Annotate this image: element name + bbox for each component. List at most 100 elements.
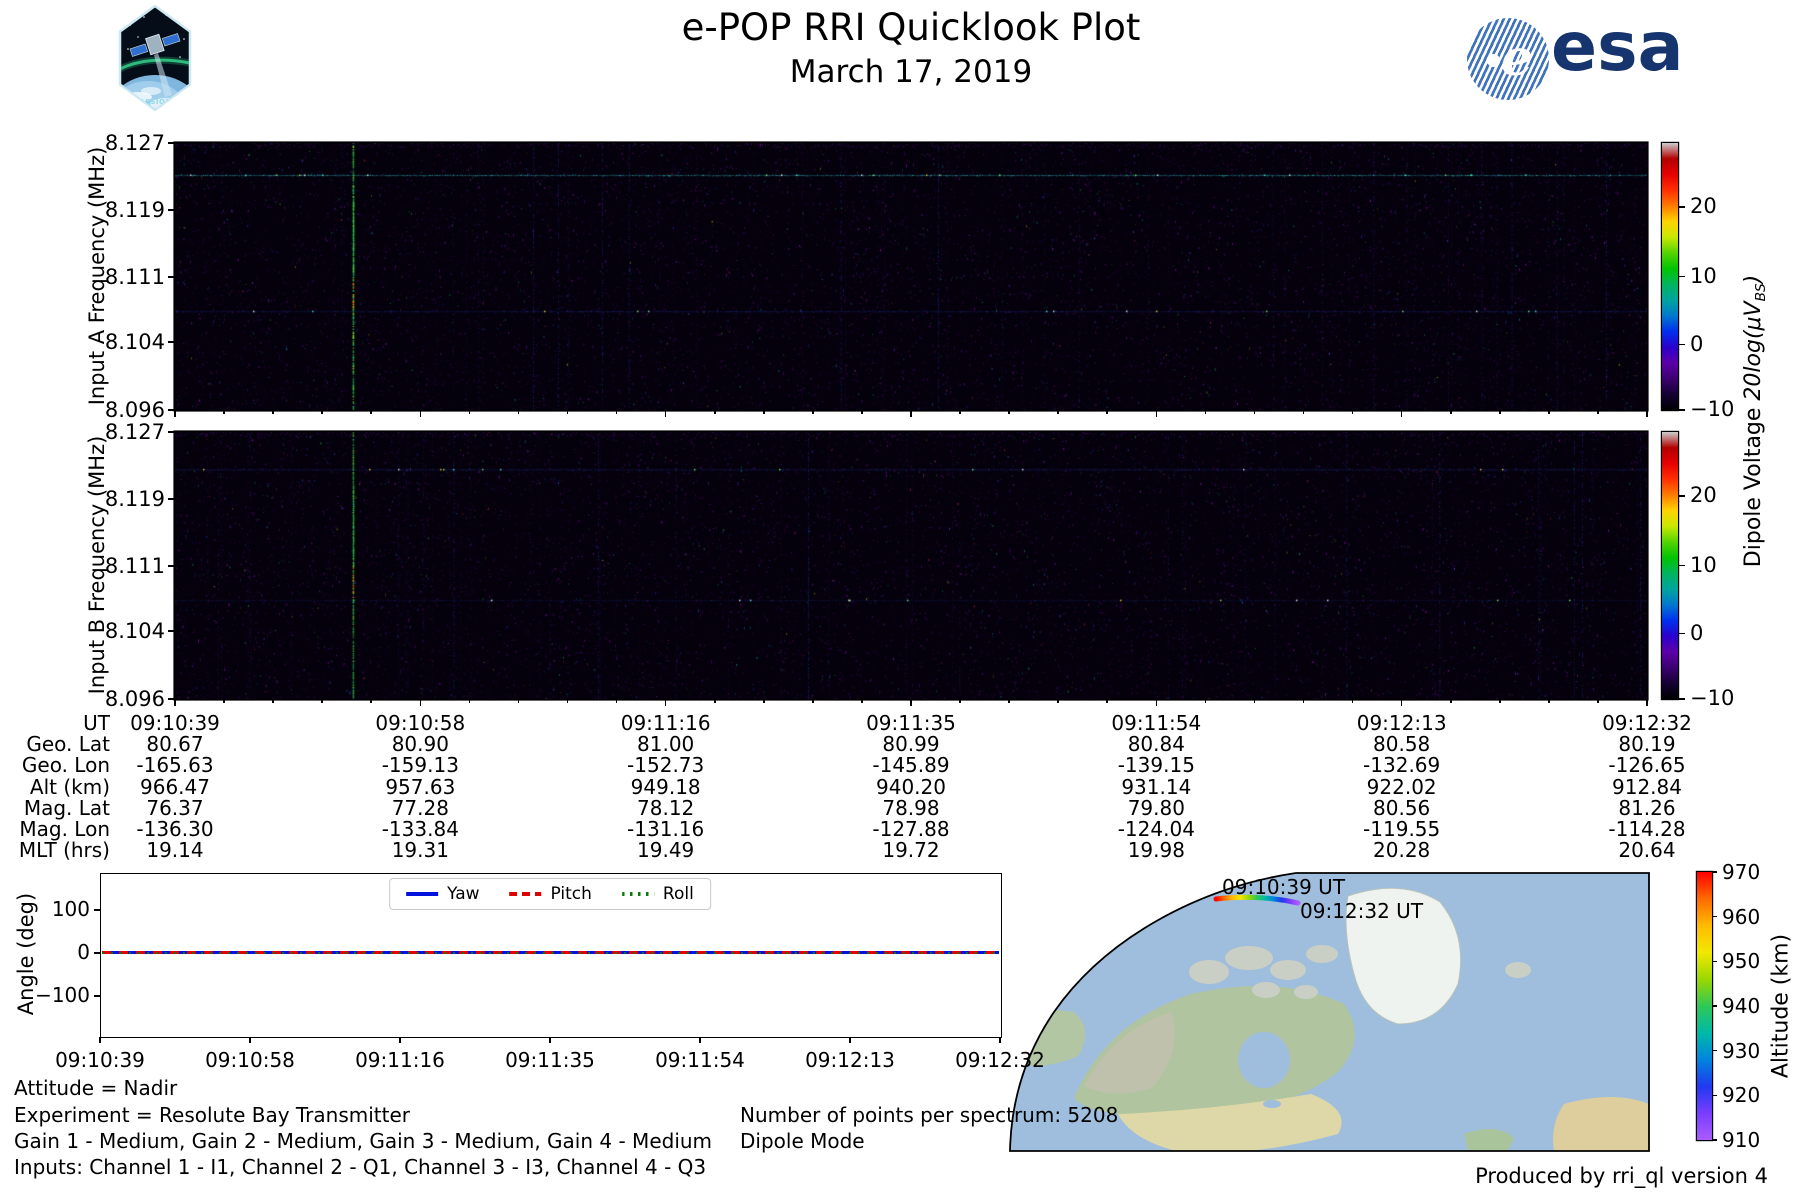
ephemeris-value: 20.64 bbox=[1618, 838, 1676, 863]
colorbar-tick-mark bbox=[1679, 495, 1685, 497]
page-title: e-POP RRI Quicklook Plot bbox=[681, 6, 1141, 49]
time-tick-mark bbox=[223, 700, 225, 703]
angle-ytick-label: 0 bbox=[77, 939, 90, 964]
angle-ytick-mark bbox=[94, 909, 100, 911]
page-subtitle: March 17, 2019 bbox=[789, 54, 1033, 90]
freq-tick-mark bbox=[168, 341, 174, 343]
altitude-tick-label: 950 bbox=[1722, 949, 1761, 974]
time-tick-mark bbox=[861, 411, 863, 414]
track-start-label: 09:10:39 UT bbox=[1222, 875, 1346, 899]
freq-tick-label: 8.096 bbox=[104, 687, 165, 711]
time-tick-mark bbox=[959, 700, 961, 703]
time-tick-mark bbox=[517, 411, 520, 414]
dipole-colorbar-a bbox=[1662, 143, 1678, 410]
altitude-tick-mark bbox=[1712, 1139, 1717, 1141]
freq-tick-label: 8.127 bbox=[104, 131, 165, 155]
time-tick-mark bbox=[910, 700, 912, 706]
freq-tick-label: 8.111 bbox=[104, 265, 165, 290]
esa-logo-dot bbox=[1487, 54, 1500, 67]
quicklook-figure: CASSIOPE e-POP RRI Quicklook Plot March … bbox=[0, 0, 1800, 1200]
dipole-colorbar-b bbox=[1662, 432, 1678, 699]
mode-note: Dipole Mode bbox=[740, 1129, 865, 1153]
attitude-note: Attitude = Nadir bbox=[14, 1076, 178, 1100]
time-tick-mark bbox=[468, 700, 471, 703]
map-arctic-island bbox=[1252, 982, 1280, 998]
altitude-colorbar-label: Altitude (km) bbox=[1768, 933, 1794, 1079]
angle-plot-legend: Yaw Pitch Roll bbox=[389, 878, 711, 910]
angle-ytick-label: −100 bbox=[35, 982, 90, 1007]
time-tick-mark bbox=[1204, 411, 1207, 414]
time-tick-mark bbox=[1597, 700, 1599, 703]
gains-note: Gain 1 - Medium, Gain 2 - Medium, Gain 3… bbox=[14, 1129, 713, 1153]
esa-logo-e: e bbox=[1501, 28, 1533, 87]
legend-item-pitch: Pitch bbox=[509, 884, 592, 904]
time-tick-mark bbox=[713, 700, 716, 703]
time-tick-mark bbox=[664, 411, 667, 417]
time-tick-mark bbox=[419, 700, 422, 706]
time-tick-mark bbox=[763, 411, 765, 414]
freq-tick-mark bbox=[168, 630, 174, 632]
time-tick-mark bbox=[223, 411, 225, 414]
time-tick-mark bbox=[174, 411, 176, 417]
legend-label: Pitch bbox=[550, 884, 592, 904]
time-tick-mark bbox=[1400, 411, 1403, 417]
colorbar-tick-mark bbox=[1679, 409, 1685, 411]
produced-by-note: Produced by rri_ql version 4 bbox=[1475, 1164, 1768, 1188]
altitude-tick-mark bbox=[1712, 1094, 1717, 1097]
dipole-colorbar-label: Dipole Voltage 20log(μVBS) bbox=[1740, 274, 1770, 568]
time-tick-mark bbox=[419, 411, 422, 417]
legend-label: Roll bbox=[662, 884, 694, 904]
time-tick-mark bbox=[812, 411, 814, 414]
time-tick-mark bbox=[1106, 411, 1109, 414]
time-tick-mark bbox=[1302, 700, 1305, 703]
angle-xtick-label: 09:10:58 bbox=[205, 1048, 295, 1072]
time-tick-mark bbox=[272, 411, 274, 414]
angle-xtick-mark bbox=[699, 1037, 701, 1043]
time-tick-mark bbox=[1449, 411, 1452, 414]
colorbar-tick-label: 20 bbox=[1690, 194, 1717, 219]
altitude-tick-label: 960 bbox=[1722, 904, 1761, 929]
freq-tick-label: 8.104 bbox=[104, 618, 165, 643]
time-tick-mark bbox=[1351, 411, 1354, 414]
experiment-note: Experiment = Resolute Bay Transmitter bbox=[14, 1103, 410, 1127]
freq-tick-mark bbox=[168, 209, 174, 211]
ephemeris-value: 19.49 bbox=[637, 838, 695, 863]
map-hudson-bay bbox=[1238, 1032, 1290, 1088]
ephemeris-value: 19.72 bbox=[882, 838, 940, 863]
time-tick-mark bbox=[615, 411, 618, 414]
colorbar-tick-mark bbox=[1679, 275, 1685, 278]
map-arctic-island bbox=[1270, 960, 1306, 980]
time-tick-mark bbox=[615, 700, 618, 703]
time-tick-mark bbox=[910, 411, 912, 417]
time-tick-mark bbox=[1449, 700, 1452, 703]
altitude-tick-label: 970 bbox=[1722, 860, 1761, 884]
freq-tick-mark bbox=[168, 409, 174, 411]
colorbar-tick-mark bbox=[1679, 206, 1685, 208]
freq-tick-mark bbox=[168, 498, 174, 500]
legend-label: Yaw bbox=[447, 884, 480, 904]
time-tick-mark bbox=[272, 700, 274, 703]
angle-xtick-mark bbox=[99, 1037, 101, 1043]
altitude-tick-mark bbox=[1712, 915, 1717, 918]
time-tick-mark bbox=[1597, 411, 1599, 414]
time-tick-mark bbox=[1155, 700, 1158, 706]
legend-item-roll: Roll bbox=[621, 884, 694, 904]
altitude-tick-label: 920 bbox=[1722, 1083, 1761, 1108]
colorbar-tick-mark bbox=[1679, 632, 1685, 635]
colorbar-tick-mark bbox=[1679, 698, 1685, 700]
altitude-colorbar bbox=[1697, 872, 1712, 1140]
angle-xtick-label: 09:12:13 bbox=[805, 1048, 895, 1072]
time-tick-mark bbox=[1204, 700, 1207, 703]
time-tick-mark bbox=[1057, 700, 1059, 703]
freq-tick-mark bbox=[168, 276, 174, 278]
freq-tick-label: 8.119 bbox=[104, 487, 165, 512]
colorbar-tick-mark bbox=[1679, 343, 1685, 346]
colorbar-tick-mark bbox=[1679, 564, 1685, 567]
time-tick-mark bbox=[1499, 700, 1501, 703]
angle-xtick-mark bbox=[399, 1037, 401, 1043]
colorbar-tick-label: 10 bbox=[1690, 552, 1717, 577]
cassiope-mission-patch: CASSIOPE bbox=[118, 5, 192, 111]
freq-tick-mark bbox=[168, 698, 174, 700]
time-tick-mark bbox=[174, 700, 176, 706]
freq-tick-mark bbox=[168, 431, 174, 433]
